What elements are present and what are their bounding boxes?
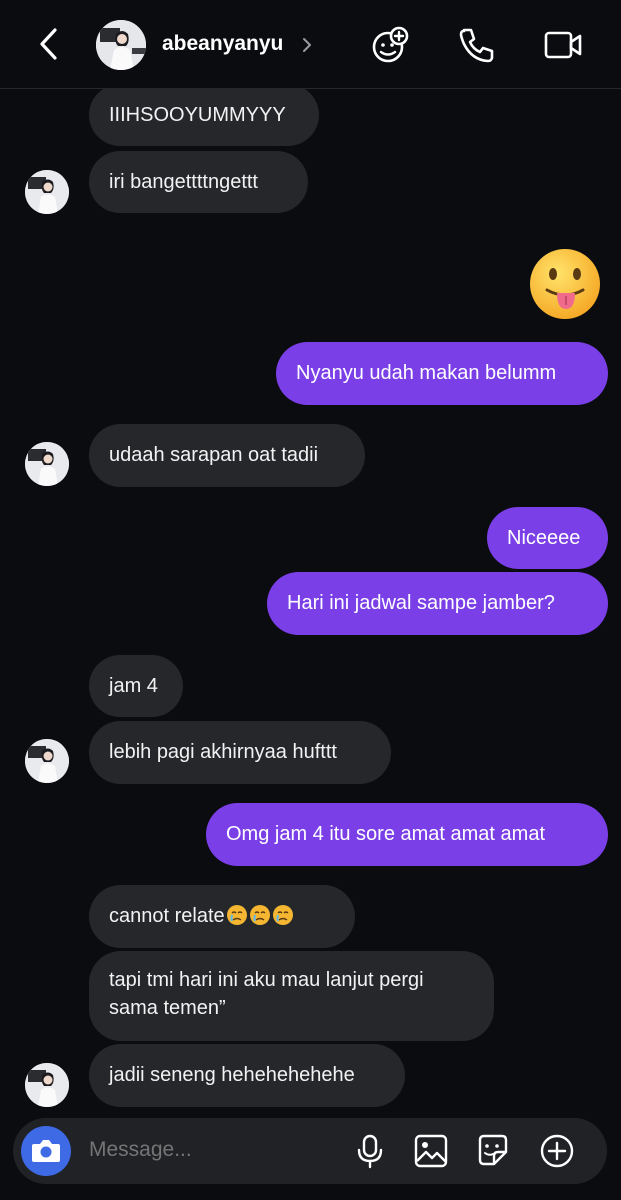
message-composer (13, 1118, 607, 1184)
message-text: jadii seneng hehehehehehe (109, 1064, 355, 1086)
effects-icon[interactable] (369, 24, 411, 66)
message-text: Omg jam 4 itu sore amat amat amat (226, 823, 546, 845)
avatar-photo-icon (25, 739, 69, 783)
gallery-icon[interactable] (412, 1132, 450, 1170)
contact-avatar[interactable] (96, 20, 146, 70)
outgoing-message[interactable]: Hari ini jadwal sampe jamber? (267, 572, 608, 635)
camera-button[interactable] (21, 1126, 71, 1176)
message-text: jam 4 (109, 675, 158, 697)
back-chevron-icon[interactable] (30, 24, 70, 64)
outgoing-message[interactable]: Nyanyu udah makan belumm (276, 342, 608, 405)
chat-header: abeanyanyu (0, 0, 621, 89)
incoming-message[interactable]: udaah sarapan oat tadii (89, 424, 365, 487)
microphone-icon[interactable] (351, 1132, 389, 1170)
incoming-message[interactable]: jam 4 (89, 655, 183, 717)
crying-face-icon (272, 905, 293, 925)
crying-face-icon (249, 905, 270, 925)
message-text: cannot relate (109, 905, 225, 927)
contact-username[interactable]: abeanyanyu (162, 32, 283, 56)
message-text: IIIHSOOYUMMYYY (109, 104, 286, 126)
outgoing-message[interactable]: Niceeee (487, 507, 608, 569)
incoming-message[interactable]: iri bangettttngettt (89, 151, 308, 213)
incoming-message[interactable]: jadii seneng hehehehehehe (89, 1044, 405, 1107)
message-text: Nyanyu udah makan belumm (296, 362, 557, 384)
message-text: Hari ini jadwal sampe jamber? (287, 592, 555, 614)
incoming-message[interactable]: lebih pagi akhirnyaa hufttt (89, 721, 391, 784)
message-text: udaah sarapan oat tadii (109, 444, 319, 466)
incoming-message[interactable]: tapi tmi hari ini aku mau lanjut pergi s… (89, 951, 494, 1041)
sender-avatar[interactable] (25, 739, 69, 783)
incoming-message[interactable]: cannot relate (89, 885, 355, 948)
phone-icon[interactable] (455, 24, 497, 66)
sticker-icon[interactable] (474, 1132, 512, 1170)
message-text-line: tapi tmi hari ini aku mau lanjut pergi (109, 969, 424, 991)
message-text: iri bangettttngettt (109, 171, 258, 193)
camera-icon (32, 1140, 60, 1162)
message-text-line: sama temen” (109, 997, 226, 1019)
sender-avatar[interactable] (25, 170, 69, 214)
chevron-right-icon[interactable] (300, 35, 314, 55)
crying-face-icon (226, 905, 247, 925)
outgoing-message[interactable]: Omg jam 4 itu sore amat amat amat (206, 803, 608, 866)
incoming-message[interactable]: IIIHSOOYUMMYYY (89, 84, 319, 146)
message-input[interactable] (89, 1138, 329, 1162)
message-text: lebih pagi akhirnyaa hufttt (109, 741, 337, 763)
message-thread[interactable]: IIIHSOOYUMMYYY iri bangettttngettt Nyany… (0, 84, 621, 1109)
sender-avatar[interactable] (25, 442, 69, 486)
avatar-photo-icon (96, 20, 146, 70)
avatar-photo-icon (25, 1063, 69, 1107)
avatar-photo-icon (25, 170, 69, 214)
message-text: Niceeee (507, 527, 581, 549)
plus-icon[interactable] (538, 1132, 576, 1170)
avatar-photo-icon (25, 442, 69, 486)
tongue-out-face-emoji[interactable] (527, 246, 603, 322)
video-camera-icon[interactable] (542, 24, 584, 66)
sender-avatar[interactable] (25, 1063, 69, 1107)
